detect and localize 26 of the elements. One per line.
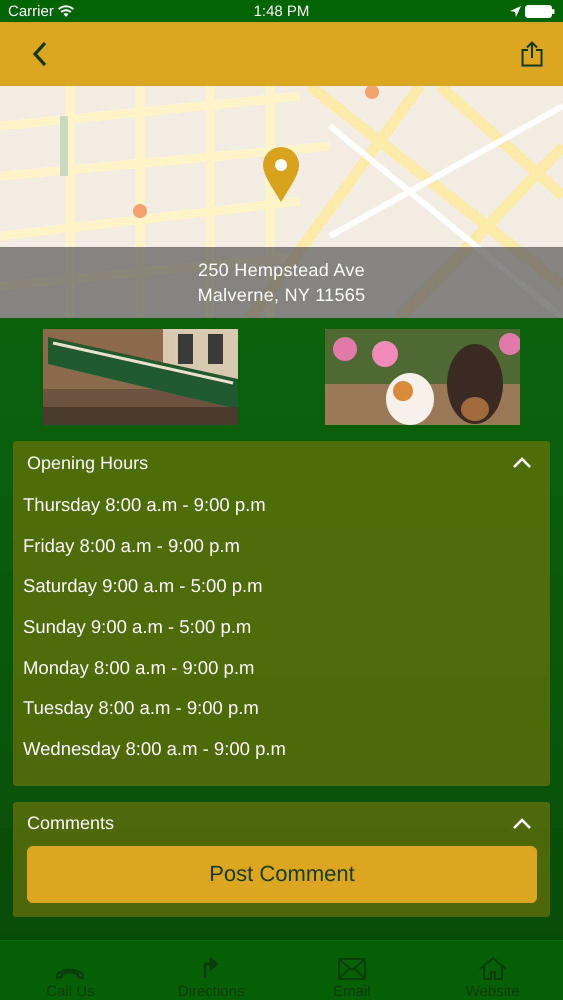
turn-arrow-icon — [203, 957, 220, 980]
section-title: Opening Hours — [27, 452, 148, 474]
house-icon — [478, 956, 507, 980]
wifi-icon — [58, 5, 74, 17]
phone-icon — [56, 968, 84, 980]
hours-row-text: Sunday 9:00 a.m - 5:00 p.m — [23, 615, 252, 640]
hours-row-text: Wednesday 8:00 a.m - 9:00 p.m — [23, 737, 287, 762]
location-arrow-icon — [510, 6, 521, 16]
mail-icon — [338, 958, 366, 980]
address-line: 250 Hempstead Ave — [198, 260, 365, 280]
chevron-up-icon[interactable] — [512, 457, 532, 469]
hours-row-text: Monday 8:00 a.m - 9:00 p.m — [23, 656, 256, 680]
battery-icon — [525, 4, 555, 18]
address-line: Malverne, NY 11565 — [198, 284, 366, 306]
map-pin-icon — [262, 146, 300, 202]
chevron-up-icon[interactable] — [512, 818, 532, 830]
hours-row-text: Thursday 8:00 a.m - 9:00 p.m — [23, 493, 267, 517]
hours-row-text: Friday 8:00 a.m - 9:00 p.m — [23, 534, 241, 558]
hours-row-text: Tuesday 8:00 a.m - 9:00 p.m — [23, 696, 260, 720]
post-comment-button[interactable]: Post Comment — [27, 846, 537, 903]
share-icon — [521, 41, 543, 67]
status-time: 1:48 PM — [252, 2, 310, 20]
chevron-left-icon — [32, 41, 48, 67]
hours-row-text: Saturday 9:00 a.m - 5:00 p.m — [23, 574, 264, 598]
section-title: Comments — [27, 813, 114, 834]
carrier-label: Carrier — [8, 2, 54, 20]
